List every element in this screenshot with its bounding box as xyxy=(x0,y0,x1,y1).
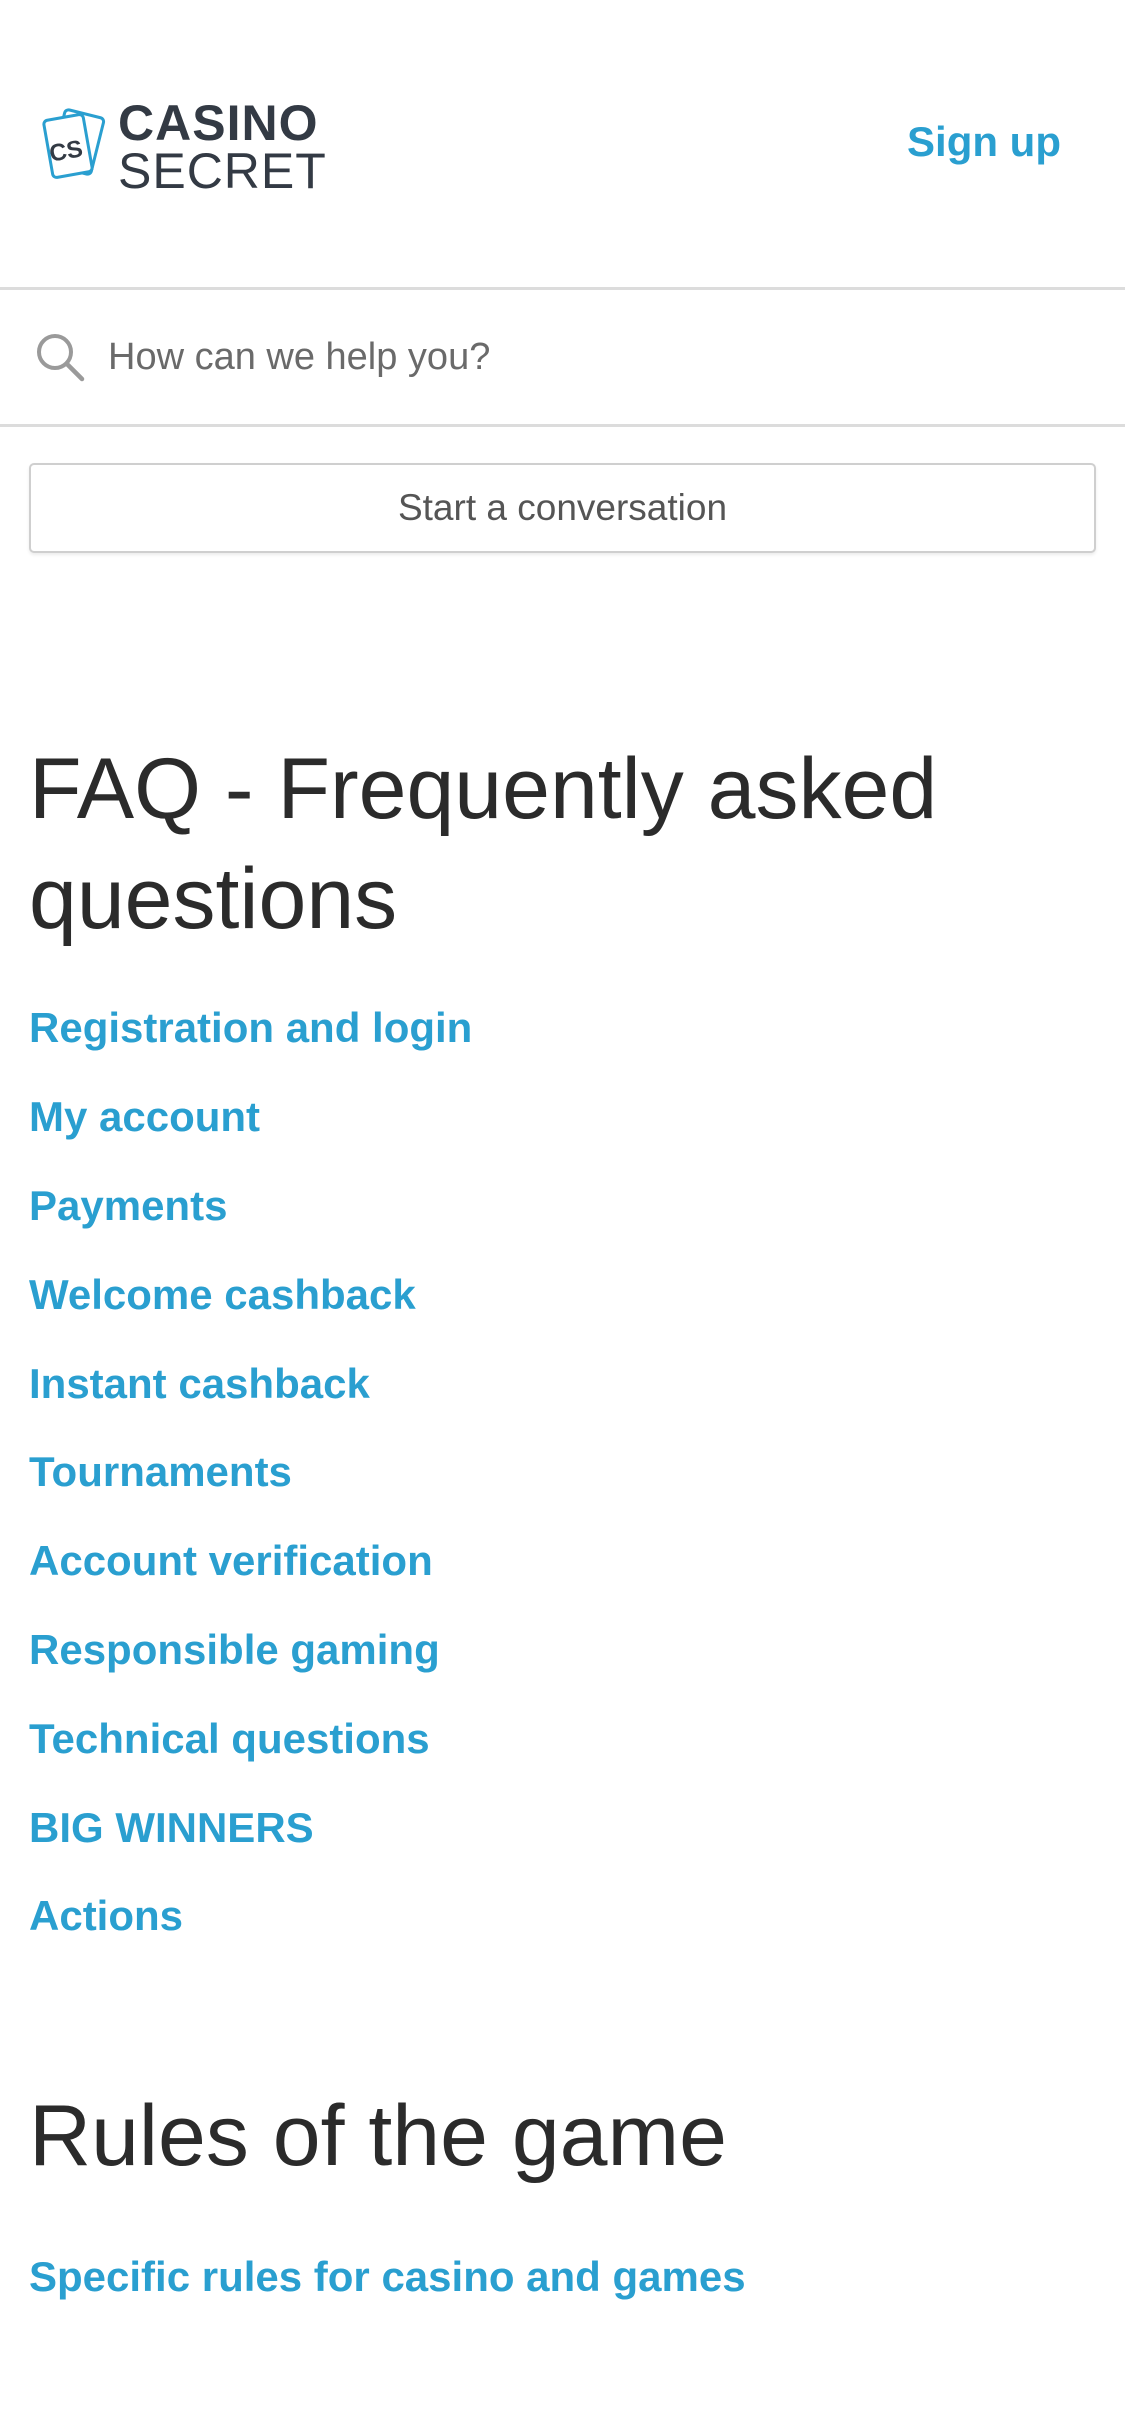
faq-category-list: Registration and login My account Paymen… xyxy=(0,984,1125,1961)
list-item: Registration and login xyxy=(29,984,1125,1073)
category-link-actions[interactable]: Actions xyxy=(29,1892,183,1940)
casino-secret-logo[interactable]: CS CASINO SECRET xyxy=(36,98,327,196)
faq-title: FAQ - Frequently asked questions xyxy=(29,741,938,947)
logo-text-casino: CASINO xyxy=(118,95,319,151)
category-link-big-winners[interactable]: BIG WINNERS xyxy=(29,1804,314,1852)
category-link-technical-questions[interactable]: Technical questions xyxy=(29,1715,430,1763)
list-item: My account xyxy=(29,1073,1125,1162)
rules-title: Rules of the game xyxy=(29,2087,727,2184)
logo-wordmark: CASINO SECRET xyxy=(118,98,327,196)
list-item: BIG WINNERS xyxy=(29,1783,1125,1872)
category-link-account-verification[interactable]: Account verification xyxy=(29,1537,433,1585)
list-item: Responsible gaming xyxy=(29,1606,1125,1695)
search-icon xyxy=(37,334,85,382)
category-link-specific-rules[interactable]: Specific rules for casino and games xyxy=(29,2253,746,2301)
conversation-section: Start a conversation xyxy=(0,427,1125,553)
list-item: Tournaments xyxy=(29,1428,1125,1517)
list-item: Technical questions xyxy=(29,1694,1125,1783)
search-bar xyxy=(0,290,1125,427)
list-item: Account verification xyxy=(29,1517,1125,1606)
category-link-my-account[interactable]: My account xyxy=(29,1093,260,1141)
sign-up-link[interactable]: Sign up xyxy=(907,118,1061,166)
list-item: Instant cashback xyxy=(29,1339,1125,1428)
category-link-tournaments[interactable]: Tournaments xyxy=(29,1448,292,1496)
logo-badge-text: CS xyxy=(47,135,85,167)
cards-logo-icon: CS xyxy=(42,108,106,179)
category-link-instant-cashback[interactable]: Instant cashback xyxy=(29,1360,370,1408)
search-input[interactable] xyxy=(108,335,1008,379)
start-conversation-button[interactable]: Start a conversation xyxy=(29,463,1096,553)
category-link-welcome-cashback[interactable]: Welcome cashback xyxy=(29,1271,416,1319)
logo-text-secret: SECRET xyxy=(118,143,327,199)
category-link-responsible-gaming[interactable]: Responsible gaming xyxy=(29,1626,440,1674)
list-item: Specific rules for casino and games xyxy=(29,2233,1125,2322)
rules-category-list: Specific rules for casino and games xyxy=(0,2233,1125,2322)
category-link-registration[interactable]: Registration and login xyxy=(29,1004,472,1052)
site-header: CS CASINO SECRET Sign up xyxy=(0,0,1125,290)
list-item: Payments xyxy=(29,1162,1125,1251)
list-item: Actions xyxy=(29,1872,1125,1961)
list-item: Welcome cashback xyxy=(29,1250,1125,1339)
category-link-payments[interactable]: Payments xyxy=(29,1182,227,1230)
